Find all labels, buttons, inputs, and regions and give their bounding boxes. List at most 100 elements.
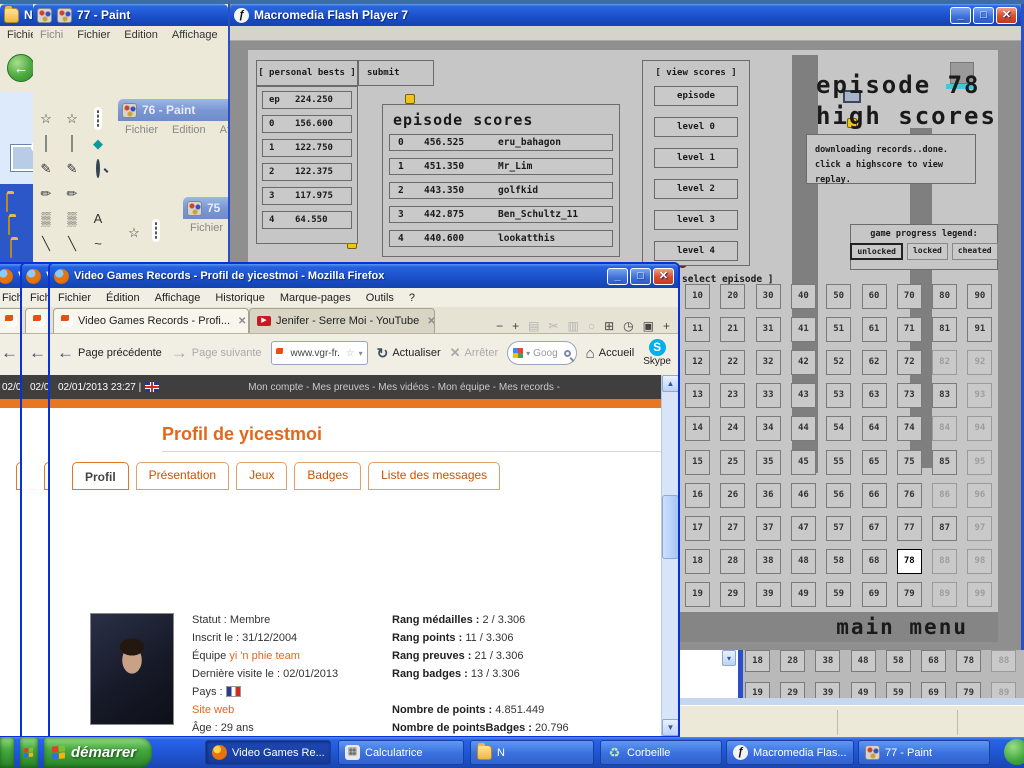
toolbar-icon[interactable]: ✂	[548, 319, 558, 333]
view-scores-level-3-button[interactable]: level 3	[654, 210, 738, 230]
taskbar-item-recycle[interactable]: ♻Corbeille	[600, 740, 722, 765]
free-select-icon[interactable]: ☆	[35, 109, 57, 129]
episode-73-button[interactable]: 73	[897, 383, 922, 408]
episode-39-button[interactable]: 39	[756, 582, 781, 607]
episode-56-button[interactable]: 56	[826, 483, 851, 508]
minimize-button[interactable]: _	[950, 7, 971, 24]
episode-43-button[interactable]: 43	[791, 383, 816, 408]
folder-menu-fichier[interactable]: Fichie	[7, 29, 36, 41]
paint-menu-item[interactable]: Fichier	[125, 124, 158, 136]
episode-94-button[interactable]: 94	[967, 416, 992, 441]
episode-76-button[interactable]: 76	[897, 483, 922, 508]
back-button[interactable]: ←	[7, 54, 35, 82]
episode-66-button[interactable]: 66	[862, 483, 887, 508]
episode-60-button[interactable]: 60	[862, 284, 887, 309]
episode-11-button[interactable]: 11	[685, 317, 710, 342]
free-select-icon[interactable]: ☆	[123, 223, 145, 243]
paint-menu-item[interactable]: Edition	[172, 124, 206, 136]
episode-score-row[interactable]: 1451.350Mr_Lim	[389, 158, 613, 175]
scrollbar-button[interactable]: ▾	[722, 650, 736, 666]
episode-45-button[interactable]: 45	[791, 450, 816, 475]
episode-48-button[interactable]: 48	[851, 650, 876, 672]
episode-55-button[interactable]: 55	[826, 450, 851, 475]
episode-31-button[interactable]: 31	[756, 317, 781, 342]
episode-18-button[interactable]: 18	[745, 650, 770, 672]
close-button[interactable]: ✕	[996, 7, 1017, 24]
episode-68-button[interactable]: 68	[862, 549, 887, 574]
episode-14-button[interactable]: 14	[685, 416, 710, 441]
flash-titlebar[interactable]: ƒ Macromedia Flash Player 7 _ □ ✕	[230, 4, 1021, 26]
episode-35-button[interactable]: 35	[756, 450, 781, 475]
toolbar-icon[interactable]: ▥	[568, 319, 579, 333]
episode-40-button[interactable]: 40	[791, 284, 816, 309]
mini-folder-icon[interactable]	[8, 216, 10, 235]
episode-78-button[interactable]: 78	[897, 549, 922, 574]
profile-tab-liste-des-messages[interactable]: Liste des messages	[368, 462, 500, 490]
search-icon[interactable]	[564, 350, 571, 357]
episode-26-button[interactable]: 26	[720, 483, 745, 508]
submit-tab[interactable]: submit	[358, 60, 434, 86]
paint-75-menu[interactable]: Fichier	[190, 222, 223, 234]
episode-61-button[interactable]: 61	[862, 317, 887, 342]
episode-72-button[interactable]: 72	[897, 350, 922, 375]
toolbar-icon[interactable]: ○	[588, 319, 595, 333]
episode-80-button[interactable]: 80	[932, 284, 957, 309]
curve-icon[interactable]: ~	[87, 234, 109, 254]
episode-74-button[interactable]: 74	[897, 416, 922, 441]
episode-38-button[interactable]: 38	[815, 650, 840, 672]
minimize-button[interactable]: _	[607, 268, 628, 285]
episode-22-button[interactable]: 22	[720, 350, 745, 375]
episode-36-button[interactable]: 36	[756, 483, 781, 508]
episode-20-button[interactable]: 20	[720, 284, 745, 309]
taskbar-item-paint[interactable]: 77 - Paint	[858, 740, 990, 765]
pencil-icon[interactable]: ✏	[61, 184, 83, 204]
episode-32-button[interactable]: 32	[756, 350, 781, 375]
scrollbar-thumb[interactable]	[662, 495, 678, 559]
episode-29-button[interactable]: 29	[720, 582, 745, 607]
episode-97-button[interactable]: 97	[967, 516, 992, 541]
episode-95-button[interactable]: 95	[967, 450, 992, 475]
scroll-down-icon[interactable]: ▼	[662, 719, 678, 736]
menu-historique[interactable]: Historique	[215, 292, 265, 304]
toolbar-icon[interactable]: ◷	[623, 319, 633, 333]
episode-47-button[interactable]: 47	[791, 516, 816, 541]
episode-58-button[interactable]: 58	[826, 549, 851, 574]
episode-88-button[interactable]: 88	[932, 549, 957, 574]
uk-flag-icon[interactable]	[145, 382, 159, 392]
episode-99-button[interactable]: 99	[967, 582, 992, 607]
paint-76-titlebar[interactable]: 76 - Paint	[118, 99, 228, 121]
taskbar-item-flash[interactable]: ƒMacromedia Flas...	[726, 740, 854, 765]
eraser-icon[interactable]	[61, 134, 83, 154]
episode-84-button[interactable]: 84	[932, 416, 957, 441]
episode-77-button[interactable]: 77	[897, 516, 922, 541]
paint-75-titlebar[interactable]: 75	[183, 197, 228, 219]
episode-24-button[interactable]: 24	[720, 416, 745, 441]
view-scores-level-0-button[interactable]: level 0	[654, 117, 738, 137]
episode-89-button[interactable]: 89	[932, 582, 957, 607]
profile-link[interactable]: yi 'n phie team	[229, 650, 300, 662]
view-scores-level-1-button[interactable]: level 1	[654, 148, 738, 168]
tab-close-icon[interactable]: ✕	[427, 316, 435, 327]
episode-98-button[interactable]: 98	[967, 549, 992, 574]
episode-96-button[interactable]: 96	[967, 483, 992, 508]
episode-30-button[interactable]: 30	[756, 284, 781, 309]
episode-63-button[interactable]: 63	[862, 383, 887, 408]
episode-83-button[interactable]: 83	[932, 383, 957, 408]
episode-65-button[interactable]: 65	[862, 450, 887, 475]
episode-81-button[interactable]: 81	[932, 317, 957, 342]
firefox-titlebar[interactable]: Video Games Records - Profil de yicestmo…	[50, 264, 678, 288]
view-scores-level-4-button[interactable]: level 4	[654, 241, 738, 261]
episode-33-button[interactable]: 33	[756, 383, 781, 408]
dropdown-icon[interactable]: ▾	[526, 349, 530, 358]
brush-icon[interactable]	[87, 184, 109, 204]
dropdown-icon[interactable]: ▾	[359, 349, 363, 358]
menu-affichage[interactable]: Affichage	[155, 292, 201, 304]
line-icon[interactable]: ╲	[61, 234, 83, 254]
episode-57-button[interactable]: 57	[826, 516, 851, 541]
episode-18-button[interactable]: 18	[685, 549, 710, 574]
eyedropper-icon[interactable]: ✎	[61, 159, 83, 179]
paint-menu-item[interactable]: Fichier	[77, 29, 110, 41]
pencil-icon[interactable]: ✏	[35, 184, 57, 204]
episode-42-button[interactable]: 42	[791, 350, 816, 375]
magnifier-icon[interactable]	[87, 159, 109, 179]
